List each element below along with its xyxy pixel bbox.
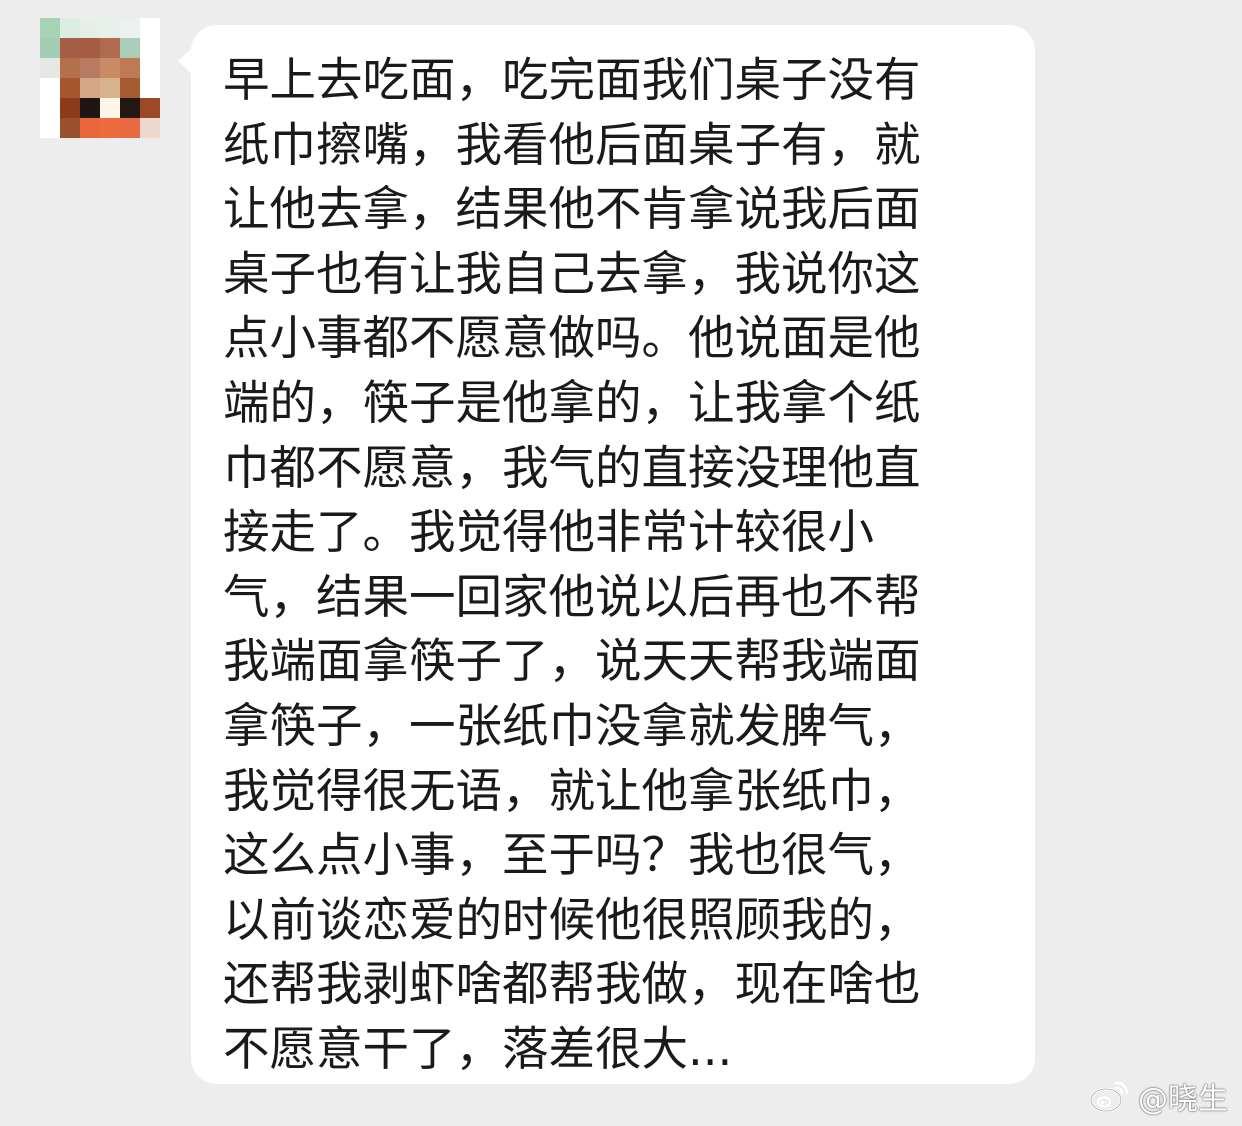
avatar-pixel [100, 18, 120, 38]
message-line: 接走了。我觉得他非常计较很小 [223, 505, 874, 560]
message-line: 我端面拿筷子了，说天天帮我端面 [223, 634, 921, 689]
avatar-pixel [40, 78, 60, 98]
avatar-pixel [80, 58, 100, 78]
avatar-pixel [40, 18, 60, 38]
avatar-pixel [120, 78, 140, 98]
message-line: 点小事都不愿意做吗。他说面是他 [223, 311, 921, 366]
bubble-tail [178, 48, 192, 74]
avatar-pixel [120, 98, 140, 118]
message-line: 我觉得很无语，就让他拿张纸巾， [223, 763, 921, 818]
avatar-pixel [100, 118, 120, 138]
avatar-pixel [40, 98, 60, 118]
avatar-pixel [60, 58, 80, 78]
message-bubble[interactable]: 早上去吃面，吃完面我们桌子没有 纸巾擦嘴，我看他后面桌子有，就 让他去拿，结果他… [178, 25, 1035, 1084]
avatar-pixel [40, 38, 60, 58]
avatar-pixel [100, 78, 120, 98]
avatar-pixel [60, 38, 80, 58]
watermark-handle: @晓生 [1138, 1082, 1228, 1117]
avatar-pixel [60, 18, 80, 38]
message-line: 端的，筷子是他拿的，让我拿个纸 [223, 375, 921, 430]
avatar-pixel [140, 18, 160, 38]
message-line: 以前谈恋爱的时候他很照顾我的， [223, 892, 921, 947]
avatar-pixel [60, 118, 80, 138]
avatar-pixel [60, 98, 80, 118]
avatar-pixel [120, 118, 140, 138]
avatar-pixel [140, 98, 160, 118]
avatar-pixel [120, 38, 140, 58]
avatar-pixel [120, 18, 140, 38]
avatar-pixel [100, 58, 120, 78]
avatar-pixel [80, 38, 100, 58]
avatar-pixel [80, 118, 100, 138]
message-line: 巾都不愿意，我气的直接没理他直 [223, 440, 921, 495]
avatar-pixel [80, 18, 100, 38]
avatar-pixel [140, 38, 160, 58]
message-line: 纸巾擦嘴，我看他后面桌子有，就 [223, 117, 921, 172]
message-line: 让他去拿，结果他不肯拿说我后面 [223, 182, 921, 237]
pixelated-avatar-icon[interactable] [40, 18, 160, 138]
message-line: 还帮我剥虾啥都帮我做，现在啥也 [223, 957, 921, 1012]
message-line: 拿筷子，一张纸巾没拿就发脾气， [223, 698, 921, 753]
avatar-pixel [140, 58, 160, 78]
avatar-pixel [100, 38, 120, 58]
message-line: 这么点小事，至于吗？我也很气， [223, 828, 921, 883]
message-line: 不愿意干了，落差很大... [223, 1021, 733, 1076]
avatar-pixel [60, 78, 80, 98]
message-line: 桌子也有让我自己去拿，我说你这 [223, 246, 921, 301]
avatar-pixel [40, 118, 60, 138]
avatar-pixel [40, 58, 60, 78]
avatar-pixel [140, 118, 160, 138]
avatar-pixel [80, 98, 100, 118]
weibo-logo-icon [1089, 1081, 1129, 1113]
avatar-pixel [80, 78, 100, 98]
message-line: 早上去吃面，吃完面我们桌子没有 [223, 53, 921, 107]
message-line: 气，结果一回家他说以后再也不帮 [223, 569, 921, 624]
watermark: @晓生 [1088, 1076, 1228, 1117]
avatar-pixel [100, 98, 120, 118]
avatar-pixel [120, 58, 140, 78]
avatar-pixel [140, 78, 160, 98]
message-text: 早上去吃面，吃完面我们桌子没有 纸巾擦嘴，我看他后面桌子有，就 让他去拿，结果他… [223, 48, 963, 1082]
